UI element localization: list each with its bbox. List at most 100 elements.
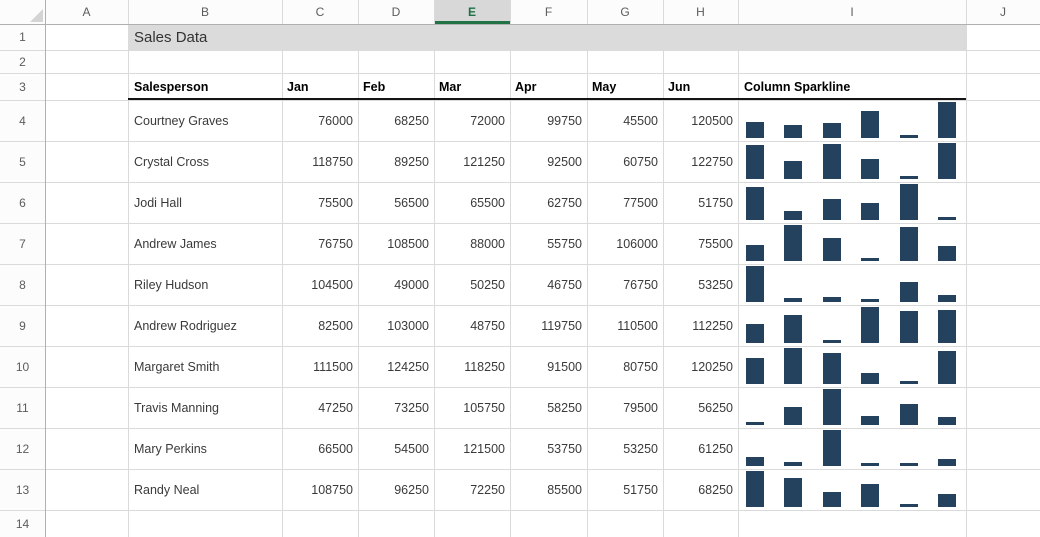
value-cell[interactable]: 49000 <box>358 264 434 305</box>
column-header-f[interactable]: F <box>510 0 587 24</box>
salesperson-cell[interactable]: Courtney Graves <box>128 100 282 141</box>
value-cell[interactable]: 82500 <box>282 305 358 346</box>
value-cell[interactable]: 77500 <box>587 182 663 223</box>
row-header-12[interactable]: 12 <box>0 428 45 469</box>
row-header-14[interactable]: 14 <box>0 510 45 537</box>
row-header-9[interactable]: 9 <box>0 305 45 346</box>
value-cell[interactable]: 85500 <box>510 469 587 510</box>
value-cell[interactable]: 110500 <box>587 305 663 346</box>
row-header-2[interactable]: 2 <box>0 50 45 73</box>
salesperson-cell[interactable]: Travis Manning <box>128 387 282 428</box>
column-sparkline[interactable] <box>746 141 956 182</box>
value-cell[interactable]: 46750 <box>510 264 587 305</box>
value-cell[interactable]: 91500 <box>510 346 587 387</box>
value-cell[interactable]: 55750 <box>510 223 587 264</box>
value-cell[interactable]: 73250 <box>358 387 434 428</box>
column-header-h[interactable]: H <box>663 0 738 24</box>
column-sparkline[interactable] <box>746 182 956 223</box>
column-header-d[interactable]: D <box>358 0 434 24</box>
value-cell[interactable]: 106000 <box>587 223 663 264</box>
value-cell[interactable]: 68250 <box>663 469 738 510</box>
value-cell[interactable]: 66500 <box>282 428 358 469</box>
salesperson-cell[interactable]: Crystal Cross <box>128 141 282 182</box>
value-cell[interactable]: 72000 <box>434 100 510 141</box>
column-header-c[interactable]: C <box>282 0 358 24</box>
column-header-a[interactable]: A <box>45 0 128 24</box>
value-cell[interactable]: 76750 <box>282 223 358 264</box>
value-cell[interactable]: 65500 <box>434 182 510 223</box>
row-header-13[interactable]: 13 <box>0 469 45 510</box>
column-sparkline[interactable] <box>746 428 956 469</box>
value-cell[interactable]: 53250 <box>663 264 738 305</box>
value-cell[interactable]: 92500 <box>510 141 587 182</box>
value-cell[interactable]: 48750 <box>434 305 510 346</box>
value-cell[interactable]: 105750 <box>434 387 510 428</box>
value-cell[interactable]: 99750 <box>510 100 587 141</box>
column-sparkline[interactable] <box>746 223 956 264</box>
value-cell[interactable]: 121250 <box>434 141 510 182</box>
value-cell[interactable]: 108500 <box>358 223 434 264</box>
column-sparkline[interactable] <box>746 264 956 305</box>
salesperson-cell[interactable]: Mary Perkins <box>128 428 282 469</box>
salesperson-cell[interactable]: Andrew James <box>128 223 282 264</box>
row-header-1[interactable]: 1 <box>0 24 45 50</box>
table-header-sparkline[interactable]: Column Sparkline <box>738 73 966 100</box>
column-sparkline[interactable] <box>746 346 956 387</box>
value-cell[interactable]: 54500 <box>358 428 434 469</box>
table-header-month[interactable]: Jun <box>663 73 738 100</box>
value-cell[interactable]: 120500 <box>663 100 738 141</box>
value-cell[interactable]: 119750 <box>510 305 587 346</box>
select-all-corner[interactable] <box>0 0 45 24</box>
column-sparkline[interactable] <box>746 305 956 346</box>
value-cell[interactable]: 120250 <box>663 346 738 387</box>
salesperson-cell[interactable]: Andrew Rodriguez <box>128 305 282 346</box>
value-cell[interactable]: 58250 <box>510 387 587 428</box>
value-cell[interactable]: 124250 <box>358 346 434 387</box>
value-cell[interactable]: 56500 <box>358 182 434 223</box>
value-cell[interactable]: 51750 <box>663 182 738 223</box>
value-cell[interactable]: 104500 <box>282 264 358 305</box>
value-cell[interactable]: 51750 <box>587 469 663 510</box>
salesperson-cell[interactable]: Randy Neal <box>128 469 282 510</box>
value-cell[interactable]: 47250 <box>282 387 358 428</box>
table-header-month[interactable]: Mar <box>434 73 510 100</box>
value-cell[interactable]: 53250 <box>587 428 663 469</box>
value-cell[interactable]: 56250 <box>663 387 738 428</box>
table-header-salesperson[interactable]: Salesperson <box>128 73 282 100</box>
column-sparkline[interactable] <box>746 469 956 510</box>
value-cell[interactable]: 75500 <box>282 182 358 223</box>
row-header-7[interactable]: 7 <box>0 223 45 264</box>
value-cell[interactable]: 76000 <box>282 100 358 141</box>
salesperson-cell[interactable]: Riley Hudson <box>128 264 282 305</box>
value-cell[interactable]: 112250 <box>663 305 738 346</box>
value-cell[interactable]: 62750 <box>510 182 587 223</box>
value-cell[interactable]: 50250 <box>434 264 510 305</box>
table-header-month[interactable]: Apr <box>510 73 587 100</box>
table-header-month[interactable]: May <box>587 73 663 100</box>
row-header-10[interactable]: 10 <box>0 346 45 387</box>
row-header-8[interactable]: 8 <box>0 264 45 305</box>
value-cell[interactable]: 60750 <box>587 141 663 182</box>
row-header-11[interactable]: 11 <box>0 387 45 428</box>
row-header-5[interactable]: 5 <box>0 141 45 182</box>
value-cell[interactable]: 45500 <box>587 100 663 141</box>
value-cell[interactable]: 80750 <box>587 346 663 387</box>
value-cell[interactable]: 53750 <box>510 428 587 469</box>
column-sparkline[interactable] <box>746 387 956 428</box>
table-header-month[interactable]: Feb <box>358 73 434 100</box>
value-cell[interactable]: 89250 <box>358 141 434 182</box>
column-header-b[interactable]: B <box>128 0 282 24</box>
value-cell[interactable]: 61250 <box>663 428 738 469</box>
value-cell[interactable]: 111500 <box>282 346 358 387</box>
value-cell[interactable]: 118250 <box>434 346 510 387</box>
value-cell[interactable]: 103000 <box>358 305 434 346</box>
value-cell[interactable]: 75500 <box>663 223 738 264</box>
sheet-title-cell[interactable]: Sales Data <box>128 24 966 50</box>
value-cell[interactable]: 68250 <box>358 100 434 141</box>
value-cell[interactable]: 79500 <box>587 387 663 428</box>
salesperson-cell[interactable]: Margaret Smith <box>128 346 282 387</box>
value-cell[interactable]: 122750 <box>663 141 738 182</box>
table-header-month[interactable]: Jan <box>282 73 358 100</box>
value-cell[interactable]: 72250 <box>434 469 510 510</box>
value-cell[interactable]: 118750 <box>282 141 358 182</box>
